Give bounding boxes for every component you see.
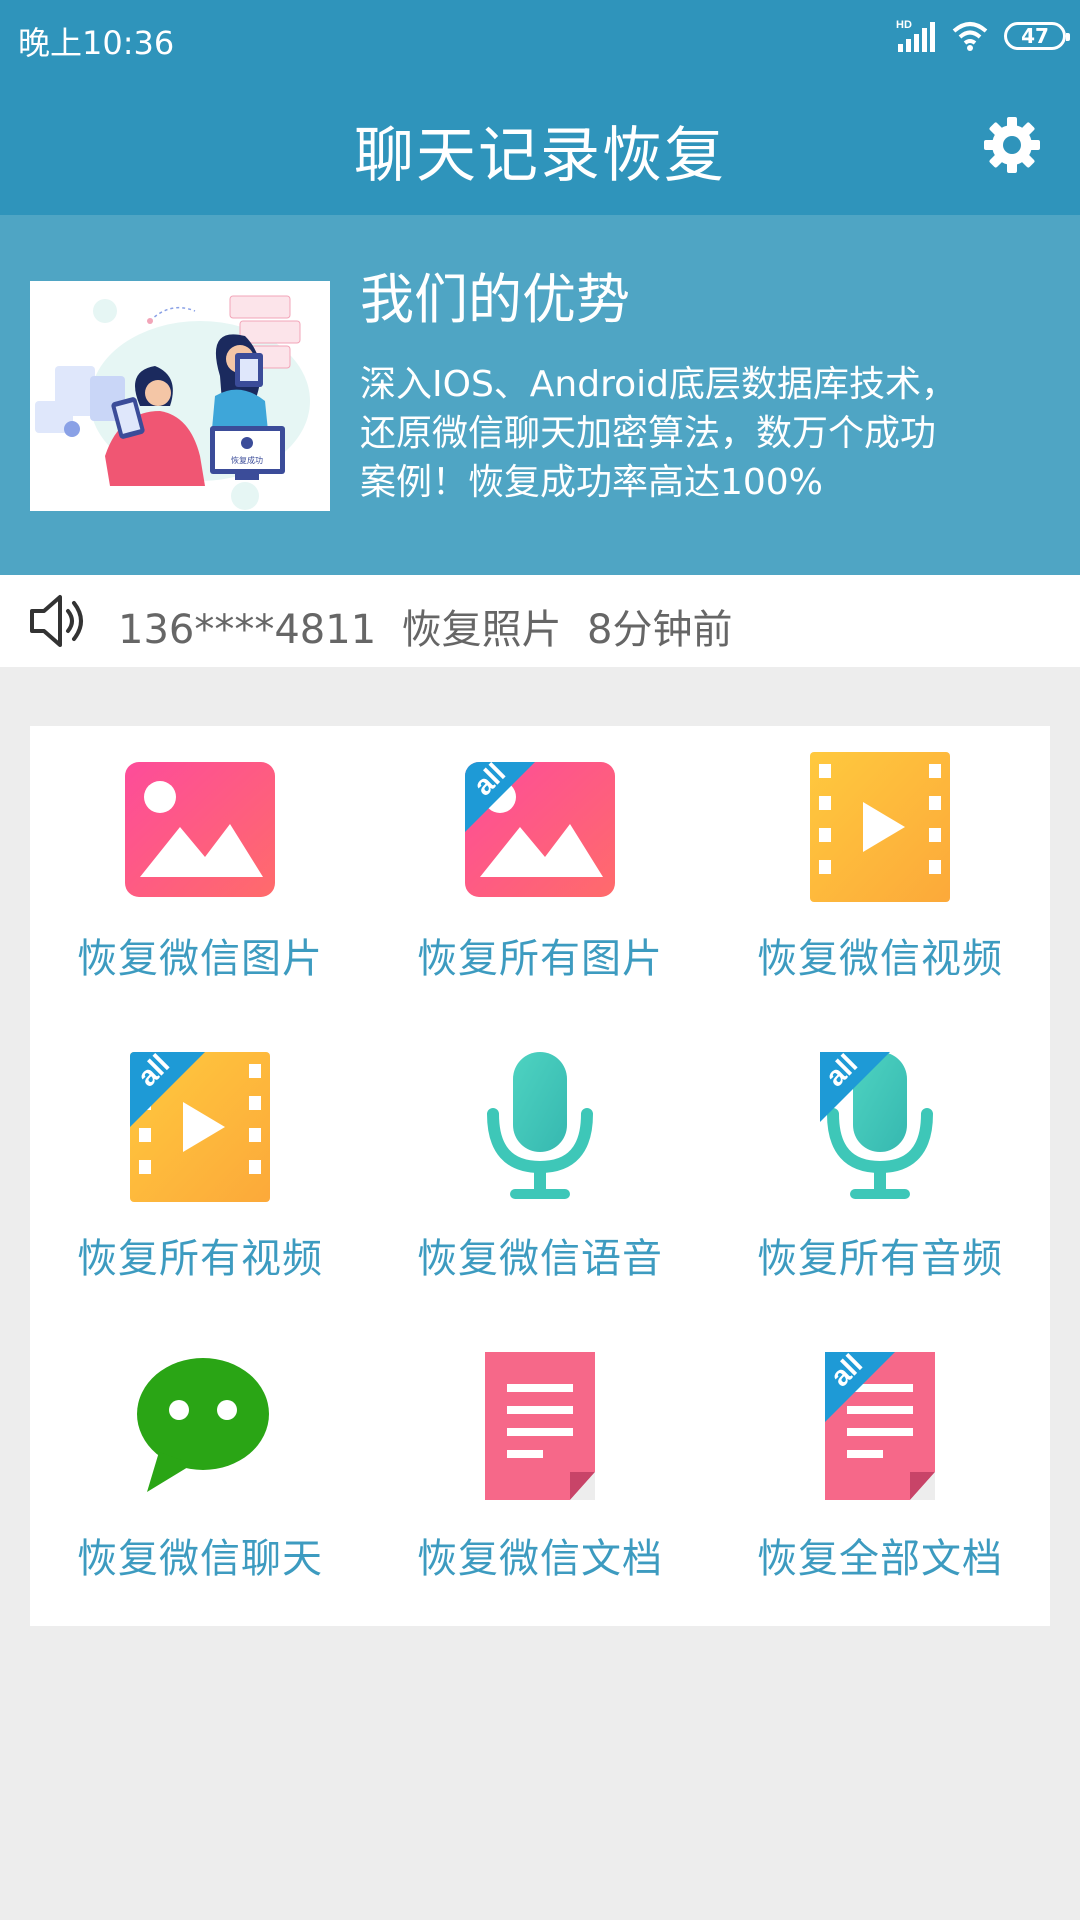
notice-time: 8分钟前 (587, 607, 733, 653)
status-time: 晚上10:36 (18, 24, 175, 62)
battery-level: 47 (1021, 24, 1049, 48)
microphone-all-icon: all (819, 1052, 933, 1199)
illustration-badge-text: 恢复成功 (231, 455, 263, 465)
network-type-label: HD (896, 19, 912, 31)
tile-label: 恢复微信聊天 (77, 1536, 323, 1582)
banner-illustration: 恢复成功 (30, 281, 330, 511)
app-bar: 聊天记录恢复 (0, 75, 1080, 215)
gear-icon[interactable] (982, 115, 1042, 175)
video-all-icon: all (130, 1052, 270, 1202)
image-icon (125, 762, 275, 897)
microphone-icon (487, 1052, 593, 1199)
recover-all-images-tile[interactable]: all 恢复所有图片 (370, 726, 710, 1026)
recover-wechat-images-tile[interactable]: 恢复微信图片 (30, 726, 370, 1026)
signal-icon: HD (896, 19, 935, 52)
app-title: 聊天记录恢复 (354, 121, 726, 191)
video-icon (810, 752, 950, 902)
tile-label: 恢复微信文档 (417, 1536, 663, 1582)
recover-wechat-voice-tile[interactable]: 恢复微信语音 (370, 1026, 710, 1326)
banner-title: 我们的优势 (360, 268, 630, 331)
tile-label: 恢复微信图片 (77, 936, 323, 982)
tile-label: 恢复所有视频 (77, 1236, 323, 1282)
tile-label: 恢复所有音频 (757, 1236, 1003, 1282)
banner-description-line: 还原微信聊天加密算法，数万个成功 (360, 413, 937, 454)
wechat-chat-icon (137, 1358, 269, 1492)
recover-wechat-documents-tile[interactable]: 恢复微信文档 (370, 1326, 710, 1626)
recover-wechat-videos-tile[interactable]: 恢复微信视频 (710, 726, 1050, 1026)
notice-action: 恢复照片 (401, 607, 562, 653)
tile-label: 恢复全部文档 (757, 1536, 1003, 1582)
notice-text: 136****4811 恢复照片 8分钟前 (118, 597, 732, 655)
tile-label: 恢复微信视频 (757, 936, 1003, 982)
notice-phone: 136****4811 (118, 607, 377, 653)
image-all-icon: all (465, 762, 615, 897)
battery-indicator: 47 (1004, 22, 1070, 50)
advantage-banner: 恢复成功 我们的优势 深入IOS、Android底层数据库技术， 还原微信聊天加… (0, 215, 1080, 575)
banner-description-line: 深入IOS、Android底层数据库技术， (360, 364, 957, 405)
wifi-icon (952, 22, 988, 51)
recover-all-audio-tile[interactable]: all 恢复所有音频 (710, 1026, 1050, 1326)
feature-grid: 恢复微信图片 all 恢复所有图片 恢复微信视频 all 恢复所有视频 恢复微信… (30, 726, 1050, 1626)
recovery-notice-bar: 136****4811 恢复照片 8分钟前 (0, 575, 1080, 667)
recover-wechat-chat-tile[interactable]: 恢复微信聊天 (30, 1326, 370, 1626)
status-bar: 晚上10:36 HD 47 (0, 0, 1080, 75)
recover-all-documents-tile[interactable]: all 恢复全部文档 (710, 1326, 1050, 1626)
status-icons: HD 47 (896, 16, 1070, 56)
banner-description-line: 案例！恢复成功率高达100% (360, 462, 823, 503)
tile-label: 恢复所有图片 (417, 936, 663, 982)
speaker-icon (30, 595, 83, 647)
banner-description: 深入IOS、Android底层数据库技术， 还原微信聊天加密算法，数万个成功 案… (360, 360, 1050, 507)
recover-all-videos-tile[interactable]: all 恢复所有视频 (30, 1026, 370, 1326)
document-all-icon: all (824, 1352, 935, 1500)
tile-label: 恢复微信语音 (417, 1236, 663, 1282)
document-icon (485, 1352, 595, 1500)
